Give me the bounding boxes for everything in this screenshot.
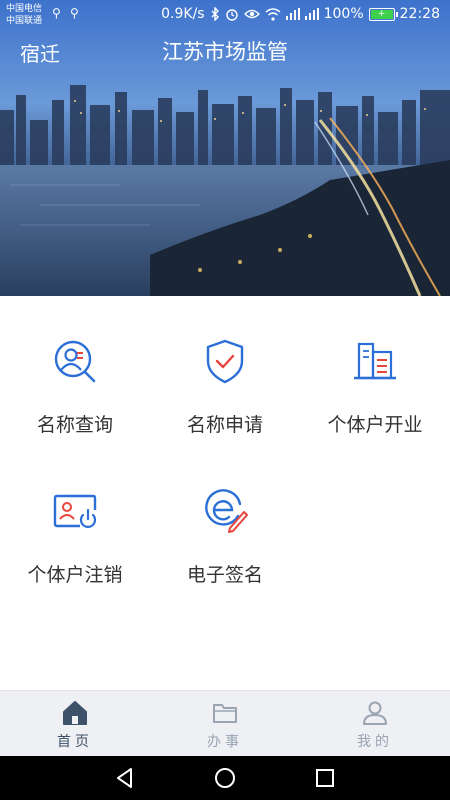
bottom-tab-bar: 首页 办事 我的 [0, 690, 450, 756]
service-name-apply[interactable]: 名称申请 [150, 296, 300, 436]
folder-icon [213, 704, 237, 723]
eye-icon [243, 9, 260, 19]
status-right: 0.9K/s 100% + 22:28 [161, 6, 440, 22]
name-search-icon [54, 340, 96, 383]
service-grid: 名称查询 名称申请 个体户开业 个体户注销 电子签名 [0, 296, 450, 690]
alarm-icon [225, 9, 238, 21]
service-business-open[interactable]: 个体户开业 [300, 296, 450, 436]
service-label: 个体户开业 [327, 414, 423, 436]
battery-icon: + [368, 7, 398, 21]
signal-icon [285, 8, 300, 20]
tab-label: 我的 [357, 734, 393, 750]
battery-percent: 100% [323, 6, 364, 22]
signal-icon-2 [304, 8, 319, 20]
service-label: 电子签名 [186, 564, 263, 586]
e-signature-icon [205, 489, 248, 533]
usb-icon: ⚲ [52, 6, 61, 20]
service-name-search[interactable]: 名称查询 [0, 296, 150, 436]
carrier-info: 中国电信 中国联通 [6, 3, 42, 27]
buildings-icon [354, 342, 396, 380]
service-e-signature[interactable]: 电子签名 [150, 446, 300, 586]
wifi-icon [265, 7, 281, 21]
home-button-icon[interactable] [212, 765, 238, 791]
home-icon [63, 701, 87, 725]
carrier-2: 中国联通 [6, 16, 43, 26]
service-label: 个体户注销 [27, 564, 123, 586]
hero-banner: 宿迁 江苏市场监管 [0, 0, 450, 296]
tab-mine[interactable]: 我的 [300, 691, 450, 757]
id-card-power-icon [53, 494, 97, 528]
tab-services[interactable]: 办事 [150, 691, 300, 757]
network-speed: 0.9K/s [161, 6, 205, 22]
tab-label: 办事 [207, 734, 243, 750]
service-label: 名称申请 [186, 414, 263, 436]
usb-debug-icon: ⚲ [70, 6, 79, 20]
app-title: 江苏市场监管 [162, 40, 288, 64]
user-icon [363, 701, 387, 725]
service-business-cancel[interactable]: 个体户注销 [0, 446, 150, 586]
carrier-1: 中国电信 [6, 4, 43, 14]
tab-home[interactable]: 首页 [0, 691, 150, 757]
back-icon[interactable] [112, 765, 138, 791]
system-nav-bar [0, 756, 450, 800]
tab-label: 首页 [57, 734, 93, 750]
bluetooth-icon [211, 7, 219, 21]
status-bar: 中国电信 中国联通 ⚲ ⚲ 0.9K/s 100% + 22:28 [0, 0, 450, 32]
recents-icon[interactable] [312, 765, 338, 791]
shield-check-icon [206, 339, 244, 384]
clock: 22:28 [399, 6, 440, 22]
service-label: 名称查询 [36, 414, 113, 436]
